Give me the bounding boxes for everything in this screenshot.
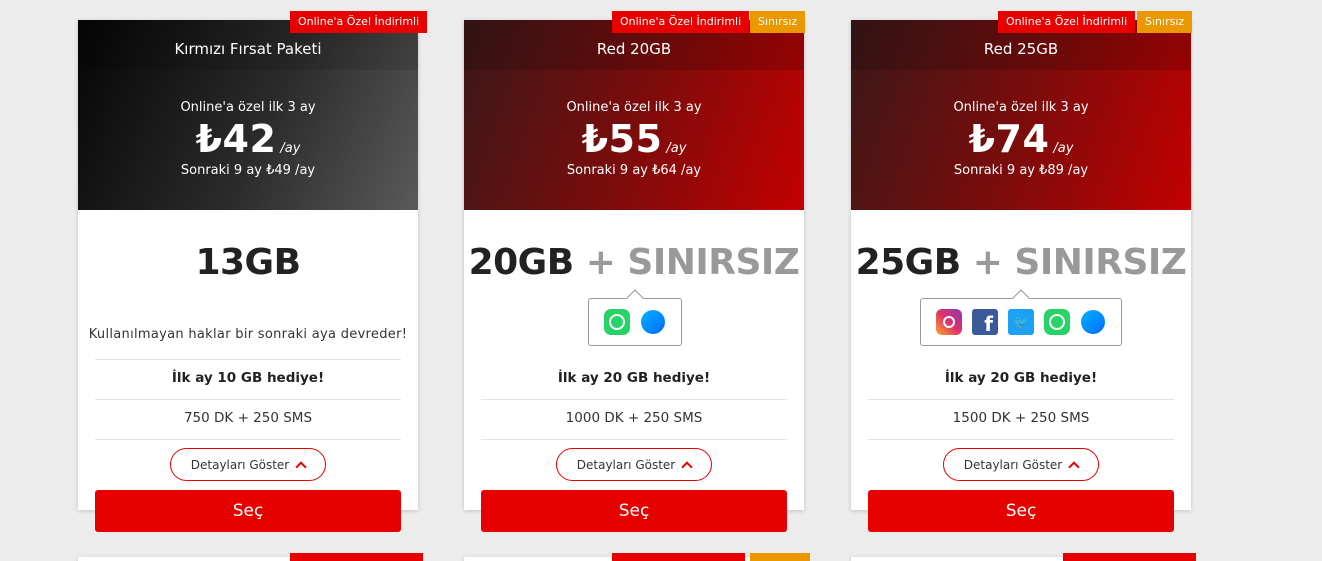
card-header: Red 20GB Online'a özel ilk 3 ay ₺55/ay S… xyxy=(464,11,806,210)
data-amount: 13GB xyxy=(78,242,418,283)
divider xyxy=(481,399,787,400)
twitter-icon: 🐦 xyxy=(1008,309,1034,335)
details-button[interactable]: Detayları Göster xyxy=(556,448,712,481)
divider xyxy=(95,439,401,440)
chevron-up-icon xyxy=(681,461,693,473)
rollover-note: Kullanılmayan haklar bir sonraki aya dev… xyxy=(88,327,408,342)
unlimited-badge: Sınırsız xyxy=(1137,11,1193,33)
online-discount-badge: Online'a Özel İndirimli xyxy=(612,11,750,33)
minutes-sms: 1500 DK + 250 SMS xyxy=(952,410,1090,426)
online-discount-badge: Online'a Özel İndirimli xyxy=(998,11,1136,33)
data-amount-value: 20GB xyxy=(468,242,575,283)
unlimited-apps-popover: f 🐦 xyxy=(920,298,1122,346)
unlimited-apps-popover xyxy=(588,298,682,346)
price: ₺74 xyxy=(968,117,1050,161)
promo-text: Online'a özel ilk 3 ay xyxy=(953,100,1089,115)
price-row: ₺55/ay xyxy=(464,117,804,161)
chevron-up-icon xyxy=(1068,461,1080,473)
price-row: ₺74/ay xyxy=(851,117,1191,161)
unlimited-label: + SINIRSIZ xyxy=(972,242,1187,283)
online-discount-badge xyxy=(290,553,423,561)
gift-text: İlk ay 20 GB hediye! xyxy=(944,370,1098,386)
promo-text: Online'a özel ilk 3 ay xyxy=(566,100,702,115)
price: ₺42 xyxy=(195,117,277,161)
package-card-kirmizi-firsat: Kırmızı Fırsat Paketi Online'a özel ilk … xyxy=(78,11,428,532)
details-label: Detayları Göster xyxy=(963,457,1063,472)
chevron-up-icon xyxy=(295,461,307,473)
details-label: Detayları Göster xyxy=(190,457,290,472)
online-discount-badge xyxy=(612,553,745,561)
card-header: Kırmızı Fırsat Paketi Online'a özel ilk … xyxy=(78,11,428,210)
details-button[interactable]: Detayları Göster xyxy=(170,448,326,481)
divider xyxy=(95,399,401,400)
price: ₺55 xyxy=(581,117,663,161)
price-row: ₺42/ay xyxy=(78,117,418,161)
select-button[interactable]: Seç xyxy=(868,490,1174,532)
package-card-red-20gb: Red 20GB Online'a özel ilk 3 ay ₺55/ay S… xyxy=(464,11,806,532)
instagram-icon xyxy=(936,309,962,335)
divider xyxy=(481,439,787,440)
select-button[interactable]: Seç xyxy=(95,490,401,532)
card-header: Red 25GB Online'a özel ilk 3 ay ₺74/ay S… xyxy=(851,11,1193,210)
data-amount-value: 13GB xyxy=(195,242,301,283)
package-card-red-25gb: Red 25GB Online'a özel ilk 3 ay ₺74/ay S… xyxy=(851,11,1193,532)
online-discount-badge: Online'a Özel İndirimli xyxy=(290,11,428,33)
divider xyxy=(95,359,401,360)
minutes-sms: 1000 DK + 250 SMS xyxy=(565,410,703,426)
data-amount: 25GB + SINIRSIZ xyxy=(851,242,1191,283)
unlimited-badge xyxy=(750,553,810,561)
online-discount-badge xyxy=(1063,553,1196,561)
later-price: Sonraki 9 ay ₺64 /ay xyxy=(566,163,702,178)
later-price: Sonraki 9 ay ₺89 /ay xyxy=(953,163,1089,178)
messenger-icon xyxy=(640,309,666,335)
gift-text: İlk ay 10 GB hediye! xyxy=(171,370,325,386)
facebook-icon: f xyxy=(972,309,998,335)
later-price: Sonraki 9 ay ₺49 /ay xyxy=(180,163,316,178)
messenger-icon xyxy=(1080,309,1106,335)
price-period: /ay xyxy=(280,141,301,156)
price-period: /ay xyxy=(666,141,687,156)
data-amount: 20GB + SINIRSIZ xyxy=(464,242,804,283)
unlimited-badge: Sınırsız xyxy=(750,11,806,33)
minutes-sms: 750 DK + 250 SMS xyxy=(183,410,313,426)
divider xyxy=(868,439,1174,440)
details-button[interactable]: Detayları Göster xyxy=(943,448,1099,481)
whatsapp-icon xyxy=(604,309,630,335)
select-button[interactable]: Seç xyxy=(481,490,787,532)
promo-text: Online'a özel ilk 3 ay xyxy=(180,100,316,115)
unlimited-label: + SINIRSIZ xyxy=(585,242,800,283)
price-period: /ay xyxy=(1053,141,1074,156)
whatsapp-icon xyxy=(1044,309,1070,335)
details-label: Detayları Göster xyxy=(576,457,676,472)
gift-text: İlk ay 20 GB hediye! xyxy=(557,370,711,386)
data-amount-value: 25GB xyxy=(855,242,962,283)
divider xyxy=(868,399,1174,400)
